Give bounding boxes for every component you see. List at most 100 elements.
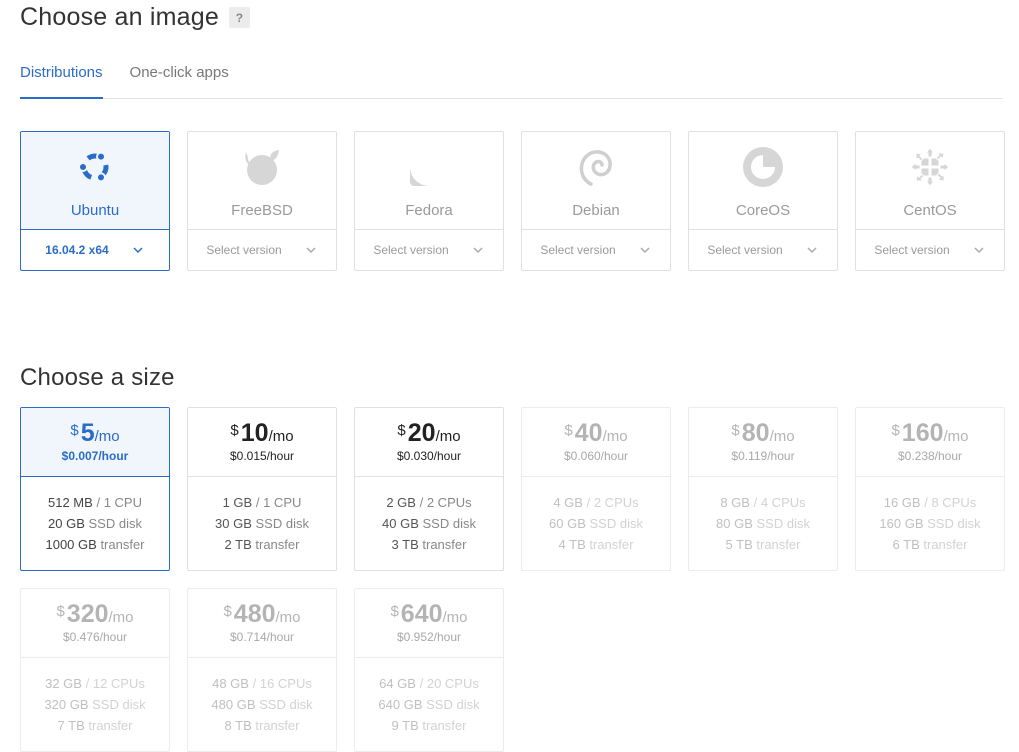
- spec-memory: 4 GB: [553, 495, 583, 510]
- distribution-card-header[interactable]: Ubuntu: [21, 132, 169, 229]
- distribution-card-header[interactable]: Fedora: [355, 132, 503, 229]
- size-price-area: $ 10 /mo $0.015/hour: [188, 408, 336, 477]
- tab-distributions[interactable]: Distributions: [20, 62, 103, 99]
- spec-transfer: 4 TB transfer: [559, 534, 634, 555]
- version-label: 16.04.2 x64: [45, 243, 109, 257]
- size-card-320: $ 320 /mo $0.476/hour 32 GB / 12 CPUs 32…: [20, 588, 170, 752]
- spec-cpu: 16 CPUs: [259, 676, 312, 691]
- chevron-down-icon: [805, 243, 819, 257]
- price-period: /mo: [435, 428, 461, 445]
- spec-cpu-memory: 4 GB / 2 CPUs: [553, 495, 639, 510]
- price-amount: 160: [901, 419, 944, 447]
- hourly-price: $0.015/hour: [229, 449, 295, 463]
- monthly-price: $ 5 /mo: [70, 421, 119, 446]
- size-card-80: $ 80 /mo $0.119/hour 8 GB / 4 CPUs 80 GB…: [688, 407, 838, 571]
- size-grid: $ 5 /mo $0.007/hour 512 MB / 1 CPU 20 GB…: [20, 407, 1005, 752]
- size-card-40: $ 40 /mo $0.060/hour 4 GB / 2 CPUs 60 GB…: [521, 407, 671, 571]
- size-price-area: $ 40 /mo $0.060/hour: [522, 408, 670, 477]
- size-price-area: $ 640 /mo $0.952/hour: [355, 589, 503, 658]
- version-select[interactable]: Select version: [355, 229, 503, 270]
- size-card-10[interactable]: $ 10 /mo $0.015/hour 1 GB / 1 CPU 30 GB …: [187, 407, 337, 571]
- spec-cpu-memory: 8 GB / 4 CPUs: [720, 495, 806, 510]
- price-period: /mo: [602, 428, 628, 445]
- size-specs: 8 GB / 4 CPUs 80 GB SSD disk 5 TB transf…: [689, 477, 837, 570]
- version-select[interactable]: 16.04.2 x64: [21, 229, 169, 270]
- spec-cpu-memory: 32 GB / 12 CPUs: [45, 676, 145, 691]
- size-card-5[interactable]: $ 5 /mo $0.007/hour 512 MB / 1 CPU 20 GB…: [20, 407, 170, 571]
- distribution-name: CentOS: [903, 202, 957, 219]
- monthly-price: $ 320 /mo: [56, 602, 133, 627]
- hourly-price: $0.060/hour: [563, 449, 629, 463]
- size-specs: 64 GB / 20 CPUs 640 GB SSD disk 9 TB tra…: [355, 658, 503, 751]
- spec-cpu-memory: 64 GB / 20 CPUs: [379, 676, 479, 691]
- spec-transfer-label: transfer: [923, 537, 968, 552]
- price-period: /mo: [275, 609, 301, 626]
- price-amount: 10: [240, 419, 269, 447]
- version-select[interactable]: Select version: [856, 229, 1004, 270]
- distribution-grid: Ubuntu 16.04.2 x64 FreeBSD Select versio…: [20, 131, 1005, 271]
- version-label: Select version: [874, 243, 950, 257]
- tab-one-click-apps[interactable]: One-click apps: [130, 62, 229, 98]
- distribution-card-header[interactable]: FreeBSD: [188, 132, 336, 229]
- distribution-name: Ubuntu: [70, 202, 120, 219]
- spec-transfer: 5 TB transfer: [726, 534, 801, 555]
- distribution-card-fedora[interactable]: Fedora Select version: [354, 131, 504, 271]
- spec-disk: 40 GB SSD disk: [382, 513, 476, 534]
- chevron-down-icon: [471, 243, 485, 257]
- version-select[interactable]: Select version: [188, 229, 336, 270]
- distribution-card-header[interactable]: Debian: [522, 132, 670, 229]
- spec-disk-amount: 60 GB: [549, 516, 586, 531]
- spec-transfer-label: transfer: [422, 718, 467, 733]
- spec-disk-amount: 30 GB: [215, 516, 252, 531]
- size-specs: 32 GB / 12 CPUs 320 GB SSD disk 7 TB tra…: [21, 658, 169, 751]
- ubuntu-icon: [74, 146, 116, 188]
- distribution-card-freebsd[interactable]: FreeBSD Select version: [187, 131, 337, 271]
- monthly-price: $ 20 /mo: [397, 421, 460, 446]
- distribution-card-coreos[interactable]: CoreOS Select version: [688, 131, 838, 271]
- size-specs: 48 GB / 16 CPUs 480 GB SSD disk 8 TB tra…: [188, 658, 336, 751]
- distribution-card-debian[interactable]: Debian Select version: [521, 131, 671, 271]
- version-select[interactable]: Select version: [689, 229, 837, 270]
- chevron-down-icon: [972, 243, 986, 257]
- distribution-card-centos[interactable]: CentOS Select version: [855, 131, 1005, 271]
- spec-transfer-amount: 8 TB: [224, 718, 252, 733]
- spec-transfer-label: transfer: [100, 537, 145, 552]
- spec-cpu: 2 CPUs: [593, 495, 639, 510]
- distribution-card-header[interactable]: CentOS: [856, 132, 1004, 229]
- distribution-name: Fedora: [405, 202, 453, 219]
- version-select[interactable]: Select version: [522, 229, 670, 270]
- spec-disk: 640 GB SSD disk: [378, 694, 479, 715]
- price-amount: 80: [741, 419, 770, 447]
- spec-cpu: 4 CPUs: [760, 495, 806, 510]
- spec-transfer: 8 TB transfer: [225, 715, 300, 736]
- distribution-name: CoreOS: [735, 202, 791, 219]
- size-price-area: $ 480 /mo $0.714/hour: [188, 589, 336, 658]
- help-icon[interactable]: ?: [228, 7, 250, 28]
- spec-disk-amount: 80 GB: [716, 516, 753, 531]
- freebsd-icon: [241, 146, 283, 188]
- spec-transfer-amount: 1000 GB: [45, 537, 97, 552]
- spec-cpu-memory: 48 GB / 16 CPUs: [212, 676, 312, 691]
- hourly-price: $0.119/hour: [731, 449, 795, 463]
- debian-icon: [575, 146, 617, 188]
- size-price-area: $ 160 /mo $0.238/hour: [856, 408, 1004, 477]
- distribution-card-ubuntu[interactable]: Ubuntu 16.04.2 x64: [20, 131, 170, 271]
- monthly-price: $ 10 /mo: [230, 421, 293, 446]
- price-amount: 480: [233, 600, 276, 628]
- currency-symbol: $: [56, 603, 65, 620]
- spec-memory: 32 GB: [45, 676, 82, 691]
- monthly-price: $ 480 /mo: [223, 602, 300, 627]
- distribution-card-header[interactable]: CoreOS: [689, 132, 837, 229]
- chevron-down-icon: [131, 243, 145, 257]
- spec-disk-label: SSD disk: [756, 516, 810, 531]
- fedora-icon: [408, 146, 450, 188]
- size-card-20[interactable]: $ 20 /mo $0.030/hour 2 GB / 2 CPUs 40 GB…: [354, 407, 504, 571]
- spec-transfer-amount: 6 TB: [892, 537, 920, 552]
- spec-transfer-label: transfer: [422, 537, 467, 552]
- hourly-price: $0.476/hour: [62, 630, 128, 644]
- coreos-icon: [742, 146, 784, 188]
- spec-disk-label: SSD disk: [92, 697, 146, 712]
- size-price-area: $ 5 /mo $0.007/hour: [21, 408, 169, 477]
- spec-cpu-memory: 1 GB / 1 CPU: [222, 495, 302, 510]
- chevron-down-icon: [638, 243, 652, 257]
